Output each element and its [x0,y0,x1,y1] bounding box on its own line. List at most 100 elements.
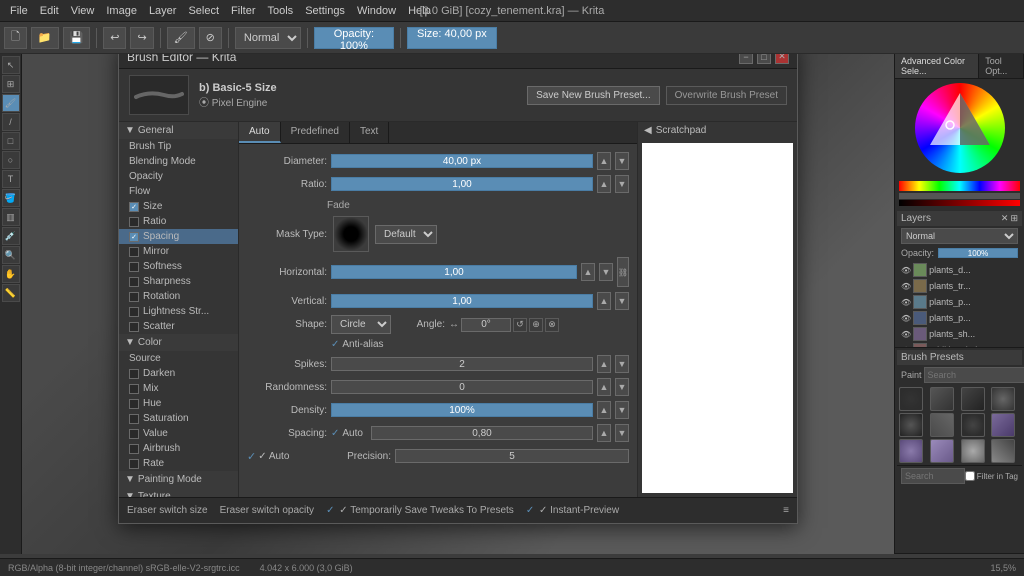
sidebar-texture-header[interactable]: ▼ Texture [119,488,238,497]
sidebar-size[interactable]: ✓ Size [119,199,238,214]
layers-blend-mode-select[interactable]: Normal [901,228,1018,244]
spacing-slider[interactable]: 0,80 [371,424,593,442]
temporarily-save-button[interactable]: ✓ ✓ Temporarily Save Tweaks To Presets [326,505,514,516]
sidebar-flow[interactable]: Flow [119,184,238,199]
open-button[interactable]: 📁 [31,27,59,49]
layers-opacity-slider[interactable]: 100% [938,248,1018,258]
menu-window[interactable]: Window [351,3,402,19]
ratio-slider[interactable]: 1,00 [331,175,593,193]
menu-select[interactable]: Select [182,3,225,19]
sidebar-rotation[interactable]: Rotation [119,289,238,304]
spikes-up[interactable]: ▲ [597,355,611,373]
sidebar-rate[interactable]: Rate [119,456,238,471]
scatter-checkbox[interactable] [129,322,139,332]
layer-visibility-icon-4[interactable]: 👁 [901,330,911,339]
value-checkbox[interactable] [129,429,139,439]
dialog-close-button[interactable]: ✕ [775,54,789,64]
save-new-preset-button[interactable]: Save New Brush Preset... [527,86,660,105]
sidebar-source[interactable]: Source [119,351,238,366]
dialog-minimize-button[interactable]: − [739,54,753,64]
eraser-switch-size-button[interactable]: Eraser switch size [127,505,208,516]
brush-preset-7[interactable] [991,413,1015,437]
randomness-slider[interactable]: 0 [331,378,593,396]
rate-checkbox[interactable] [129,459,139,469]
tab-tool-options[interactable]: Tool Opt... [979,54,1024,78]
vertical-up[interactable]: ▲ [597,292,611,310]
sidebar-softness[interactable]: Softness [119,259,238,274]
ratio-down[interactable]: ▼ [615,175,629,193]
sidebar-mix[interactable]: Mix [119,381,238,396]
spacing-up[interactable]: ▲ [597,424,611,442]
opacity-input[interactable]: Opacity: 100% [314,27,394,49]
brush-preset-8[interactable] [899,439,923,463]
sidebar-sharpness[interactable]: Sharpness [119,274,238,289]
lightness-checkbox[interactable] [129,307,139,317]
eraser-button[interactable]: ⊘ [199,27,222,49]
brush-preset-1[interactable] [930,387,954,411]
brush-preset-11[interactable] [991,439,1015,463]
sidebar-general-header[interactable]: ▼ General [119,122,238,139]
ratio-checkbox[interactable] [129,217,139,227]
menu-tools[interactable]: Tools [262,3,300,19]
brush-preset-3[interactable] [991,387,1015,411]
angle-mirror-icon[interactable]: ⊗ [545,318,559,332]
sidebar-ratio[interactable]: Ratio [119,214,238,229]
blend-mode-select[interactable]: Normal [235,27,301,49]
diameter-slider[interactable]: 40,00 px [331,152,593,170]
layer-visibility-icon-3[interactable]: 👁 [901,314,911,323]
save-button[interactable]: 💾 [63,27,91,49]
tab-text[interactable]: Text [350,122,389,143]
angle-reset-icon[interactable]: ↺ [513,318,527,332]
hue-checkbox[interactable] [129,399,139,409]
vertical-slider[interactable]: 1,00 [331,292,593,310]
tab-advanced-color-selector[interactable]: Advanced Color Sele... [895,54,979,78]
antialias-check[interactable]: ✓ Anti-alias [331,339,384,350]
randomness-down[interactable]: ▼ [615,378,629,396]
rotation-checkbox[interactable] [129,292,139,302]
tool-line[interactable]: / [2,113,20,131]
sidebar-painting-mode-header[interactable]: ▼ Painting Mode [119,471,238,488]
color-slider-hue[interactable] [899,181,1020,191]
sharpness-checkbox[interactable] [129,277,139,287]
sidebar-airbrush[interactable]: Airbrush [119,441,238,456]
layer-item-2[interactable]: 👁 plants_p... [899,294,1020,310]
brush-preset-0[interactable] [899,387,923,411]
spikes-slider[interactable]: 2 [331,355,593,373]
density-down[interactable]: ▼ [615,401,629,419]
sidebar-color-header[interactable]: ▼ Color [119,334,238,351]
spacing-checkbox[interactable]: ✓ [129,232,139,242]
tool-brush[interactable]: 🖌 [2,94,20,112]
pixel-engine-radio[interactable]: ⦿ [199,98,209,109]
new-button[interactable]: 🗋 [4,27,27,49]
layer-visibility-icon-2[interactable]: 👁 [901,298,911,307]
horizontal-down[interactable]: ▼ [599,263,613,281]
sidebar-brush-tip[interactable]: Brush Tip [119,139,238,154]
layers-panel-header[interactable]: Layers ✕ ⊞ [897,211,1022,226]
precision-slider[interactable]: 5 [395,447,629,465]
randomness-up[interactable]: ▲ [597,378,611,396]
airbrush-checkbox[interactable] [129,444,139,454]
brush-presets-header[interactable]: Brush Presets [897,350,1022,365]
vertical-down[interactable]: ▼ [615,292,629,310]
tab-predefined[interactable]: Predefined [281,122,350,143]
brush-preset-2[interactable] [961,387,985,411]
mirror-checkbox[interactable] [129,247,139,257]
tool-measure[interactable]: 📏 [2,284,20,302]
size-input[interactable]: Size: 40,00 px [407,27,497,49]
sidebar-scatter[interactable]: Scatter [119,319,238,334]
size-checkbox[interactable]: ✓ [129,202,139,212]
eraser-switch-opacity-button[interactable]: Eraser switch opacity [220,505,314,516]
sidebar-value[interactable]: Value [119,426,238,441]
layer-item-3[interactable]: 👁 plants_p... [899,310,1020,326]
mix-checkbox[interactable] [129,384,139,394]
brush-preset-6[interactable] [961,413,985,437]
density-slider[interactable]: 100% [331,401,593,419]
sidebar-opacity[interactable]: Opacity [119,169,238,184]
filter-in-tag-checkbox[interactable] [965,471,975,481]
menu-filter[interactable]: Filter [225,3,261,19]
scratchpad-area[interactable] [642,143,793,493]
sidebar-darken[interactable]: Darken [119,366,238,381]
horizontal-up[interactable]: ▲ [581,263,595,281]
color-wheel-svg[interactable] [915,83,1005,173]
diameter-down[interactable]: ▼ [615,152,629,170]
